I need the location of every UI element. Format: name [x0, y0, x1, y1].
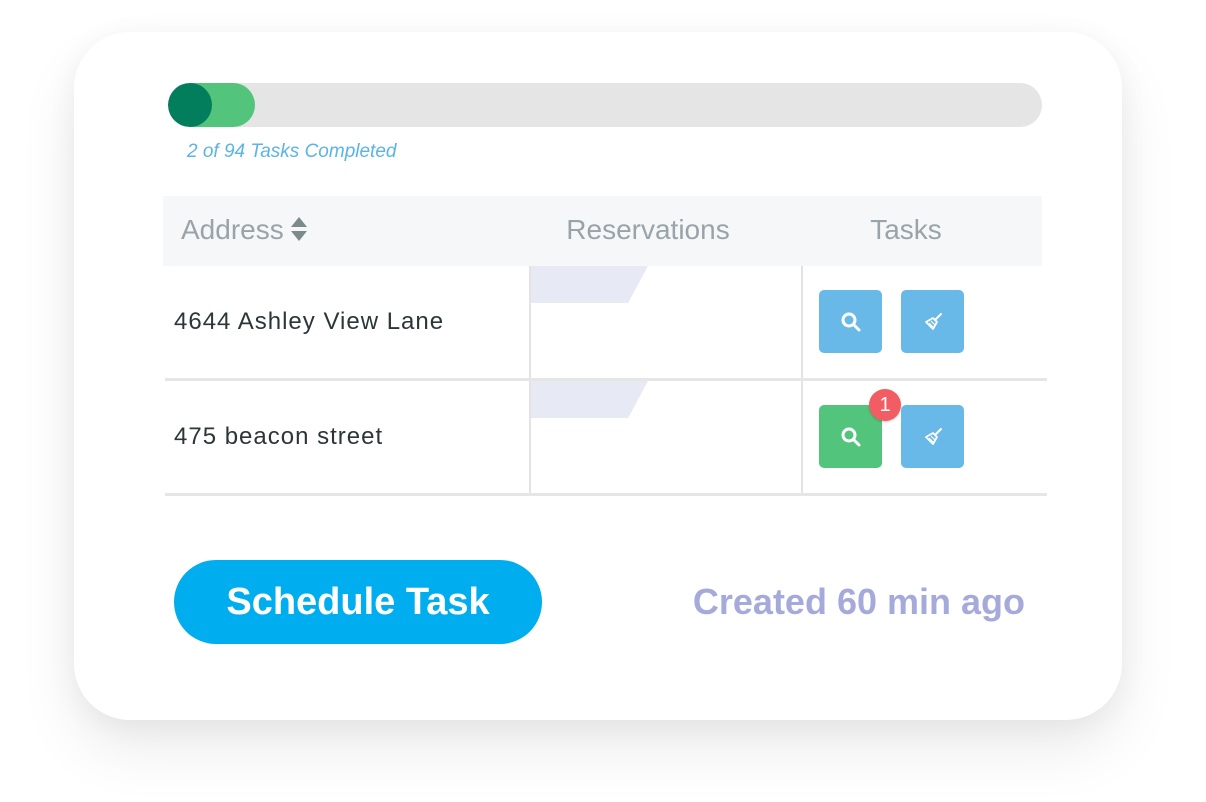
- progress-label: 2 of 94 Tasks Completed: [187, 141, 397, 162]
- properties-table: Address Reservations Tasks 4644 Ashley V…: [163, 196, 1047, 496]
- progress-bar: [168, 83, 1042, 127]
- notification-badge: 1: [869, 389, 901, 421]
- progress-fill: [168, 83, 255, 127]
- column-header-address-label: Address: [181, 214, 284, 245]
- sort-up-down-icon[interactable]: [290, 216, 308, 242]
- column-header-address[interactable]: Address: [181, 196, 308, 266]
- search-icon: [841, 312, 860, 331]
- reservations-cell: [529, 381, 803, 493]
- address-cell: 4644 Ashley View Lane: [174, 308, 445, 335]
- progress-knob: [168, 83, 212, 127]
- broom-icon: [924, 427, 942, 445]
- table-row[interactable]: 4644 Ashley View Lane: [165, 266, 1047, 381]
- cleaning-task-button[interactable]: [901, 290, 964, 353]
- table-row[interactable]: 475 beacon street 1: [165, 381, 1047, 496]
- tasks-cell: 1: [801, 381, 1046, 493]
- column-header-reservations: Reservations: [566, 214, 730, 245]
- broom-icon: [924, 312, 942, 330]
- inspection-task-button[interactable]: 1: [819, 389, 901, 468]
- reservation-bar[interactable]: [531, 266, 648, 303]
- column-header-tasks: Tasks: [870, 214, 942, 245]
- schedule-task-button[interactable]: Schedule Task: [174, 560, 542, 644]
- address-cell: 475 beacon street: [174, 423, 384, 450]
- tasks-cell: [801, 266, 1046, 378]
- reservations-cell: [529, 266, 803, 378]
- table-header: Address Reservations Tasks: [163, 196, 1042, 266]
- search-icon: [841, 427, 860, 446]
- cleaning-task-button[interactable]: [901, 405, 964, 468]
- inspection-task-button[interactable]: [819, 290, 882, 353]
- reservation-bar[interactable]: [531, 381, 648, 418]
- created-timestamp: Created 60 min ago: [692, 581, 1025, 622]
